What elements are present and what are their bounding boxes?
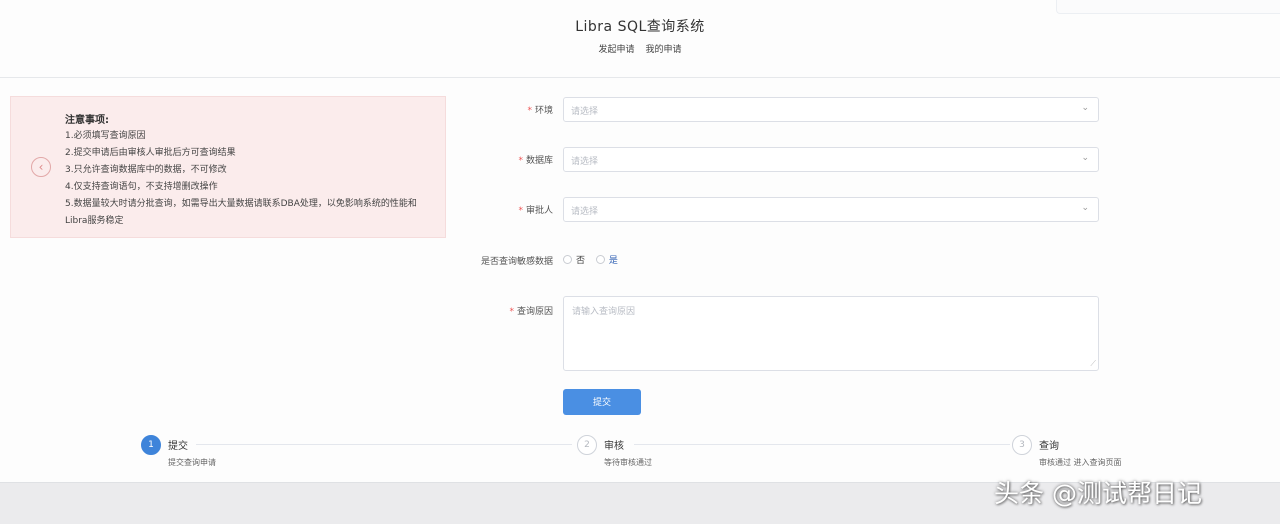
watermark-text: 头条 @测试帮日记 — [994, 479, 1202, 508]
required-mark: * — [527, 106, 532, 116]
step-1-number: 1 — [141, 435, 161, 455]
submit-button[interactable]: 提交 — [563, 389, 641, 415]
app-title: Libra SQL查询系统 — [575, 19, 705, 35]
required-mark: * — [518, 206, 523, 216]
nav-my-requests-link[interactable]: 我的申请 — [645, 45, 681, 55]
radio-yes[interactable] — [595, 255, 605, 264]
chevron-down-icon: ⌄ — [1081, 203, 1089, 213]
sensitive-label: 是否查询敏感数据 — [480, 257, 553, 267]
page-header: Libra SQL查询系统 发起申请 我的申请 — [0, 0, 1280, 78]
chevron-down-icon: ⌄ — [1081, 153, 1089, 163]
env-label: * 环境 — [527, 106, 553, 116]
step-2-desc: 等待审核通过 — [604, 458, 652, 467]
env-placeholder: 请选择 — [571, 107, 599, 117]
approver-label: * 审批人 — [518, 206, 553, 216]
step-connector — [634, 444, 1010, 445]
db-label: * 数据库 — [518, 156, 553, 166]
step-3-desc: 审核通过 进入查询页面 — [1039, 458, 1122, 467]
chevron-down-icon: ⌄ — [1081, 103, 1089, 113]
step-1-title: 提交 — [168, 441, 188, 452]
nav-apply-link[interactable]: 发起申请 — [599, 45, 635, 55]
required-mark: * — [509, 307, 514, 317]
header-subnav: 发起申请 我的申请 — [0, 42, 1280, 55]
sensitive-radio-group: 否 是 — [563, 253, 626, 267]
radio-yes-label[interactable]: 是 — [609, 253, 618, 266]
notice-title: 注意事项: — [65, 115, 109, 126]
step-3-number: 3 — [1012, 435, 1032, 455]
step-3-title: 查询 — [1039, 441, 1059, 452]
approver-placeholder: 请选择 — [571, 207, 599, 217]
step-connector — [196, 444, 572, 445]
notice-panel: ‹ 注意事项: 1.必须填写查询原因 2.提交申请后由审核人审批后方可查询结果 … — [10, 96, 446, 238]
reason-textarea[interactable]: 请输入查询原因 ⟋ — [563, 296, 1099, 371]
progress-steps: 1 提交 提交查询申请 2 审核 等待审核通过 3 查询 审核通过 进入查询页面 — [0, 430, 1280, 480]
required-mark: * — [518, 156, 523, 166]
reason-placeholder: 请输入查询原因 — [572, 307, 636, 317]
radio-no[interactable] — [563, 255, 572, 264]
approver-select[interactable]: 请选择 ⌄ — [563, 197, 1099, 222]
step-2-title: 审核 — [604, 441, 624, 452]
db-select[interactable]: 请选择 ⌄ — [563, 147, 1099, 172]
notice-line: 1.必须填写查询原因 — [65, 131, 146, 141]
notice-line: 4.仅支持查询语句，不支持增删改操作 — [65, 182, 218, 192]
resize-handle-icon[interactable]: ⟋ — [1090, 359, 1096, 369]
step-1-desc: 提交查询申请 — [168, 458, 216, 467]
reason-label: * 查询原因 — [509, 307, 553, 317]
env-select[interactable]: 请选择 ⌄ — [563, 97, 1099, 122]
step-2-number: 2 — [577, 435, 597, 455]
radio-no-label[interactable]: 否 — [576, 253, 585, 266]
db-placeholder: 请选择 — [571, 157, 599, 167]
chevron-left-icon[interactable]: ‹ — [31, 157, 51, 177]
